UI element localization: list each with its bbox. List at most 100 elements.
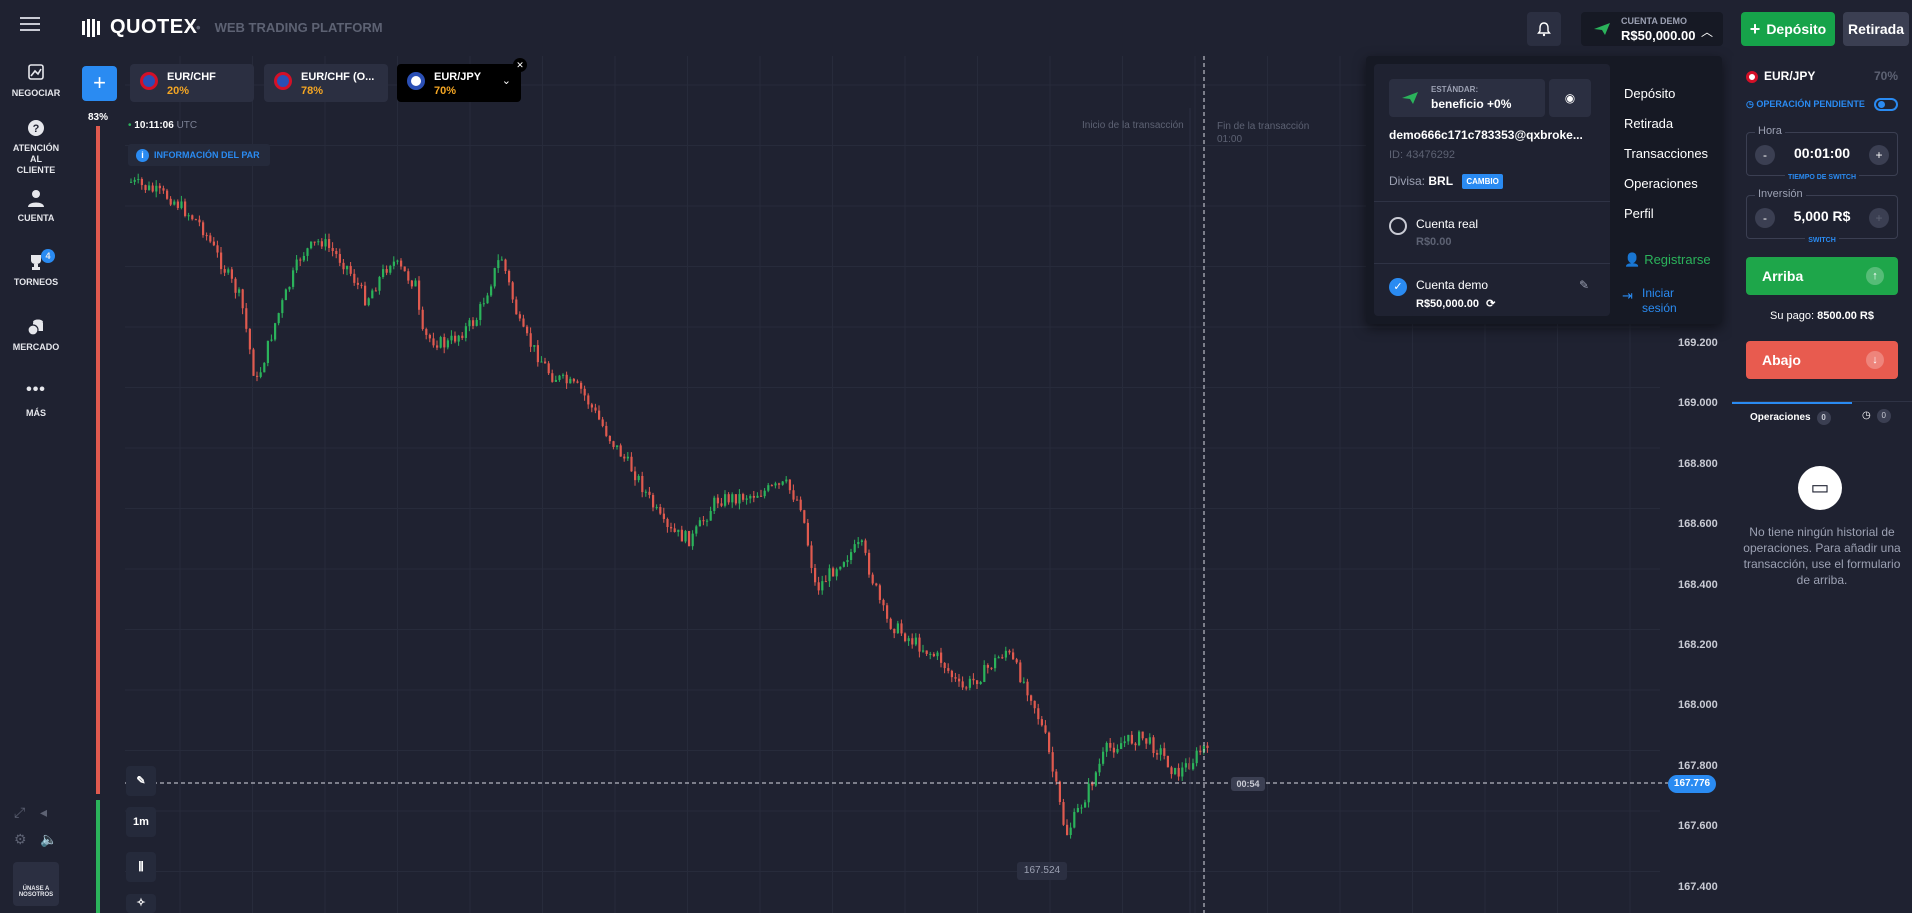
price-label: 169.200 (1678, 337, 1718, 349)
candle (1066, 824, 1069, 836)
pending-text: OPERACIÓN PENDIENTE (1756, 99, 1865, 109)
candle (1109, 742, 1112, 748)
candle (155, 185, 158, 192)
tab-history[interactable]: ◷ 0 (1862, 402, 1891, 430)
refresh-icon[interactable]: ⟳ (1486, 298, 1495, 310)
candle (1037, 708, 1040, 720)
candle (731, 494, 734, 503)
candle (342, 262, 345, 270)
candle (918, 637, 921, 652)
candle (1084, 802, 1087, 808)
menu-profile[interactable]: Perfil (1624, 206, 1654, 221)
candle (572, 378, 575, 382)
transaction-start-label: Inicio de la transacción (1082, 120, 1184, 131)
up-button[interactable]: Arriba ↑ (1746, 257, 1898, 295)
time-plus-button[interactable]: + (1869, 145, 1889, 165)
candle (968, 678, 971, 688)
candle (1145, 738, 1148, 744)
demo-account-radio[interactable]: ✓ (1389, 278, 1407, 296)
candle (497, 260, 500, 269)
edit-icon[interactable]: ✎ (1579, 278, 1589, 292)
tab-eur-chf[interactable]: EUR/CHF 20% (130, 64, 254, 102)
investment-plus-button[interactable]: + (1869, 208, 1889, 228)
account-level-box[interactable]: ESTÁNDAR: beneficio +0% (1389, 79, 1545, 117)
arrow-down-icon: ↓ (1866, 351, 1884, 369)
candle (997, 657, 1000, 659)
candle (266, 340, 269, 363)
candle (940, 652, 943, 663)
real-account-radio[interactable] (1389, 217, 1407, 235)
candle (796, 499, 799, 501)
candle (432, 338, 435, 346)
candle (749, 495, 752, 499)
candle (328, 239, 331, 248)
candle (410, 280, 413, 287)
candle (803, 510, 806, 523)
candle (634, 471, 637, 481)
pencil-icon: ✎ (136, 775, 146, 787)
investment-switch-link[interactable]: SWITCH (1747, 237, 1897, 244)
candle (990, 667, 993, 669)
draw-tool-button[interactable]: ✎ (126, 766, 156, 796)
time-switch-link[interactable]: TIEMPO DE SWITCH (1747, 174, 1897, 181)
real-account-label[interactable]: Cuenta real (1416, 217, 1478, 231)
candle (1156, 753, 1159, 755)
register-link[interactable]: 👤 Registrarse (1624, 252, 1711, 268)
login-link[interactable]: ⇥ Iniciar sesión (1622, 286, 1692, 316)
candle (1177, 767, 1180, 777)
candle (778, 483, 781, 485)
tab-eur-chf-otc[interactable]: EUR/CHF (O... 78% (264, 64, 388, 102)
candle (583, 388, 586, 396)
candle (907, 638, 910, 642)
chart-type-button[interactable]: ⫼ (126, 852, 156, 882)
candle (850, 552, 853, 561)
chevron-down-icon[interactable]: ⌄ (502, 74, 511, 87)
tab-eur-jpy[interactable]: EUR/JPY 70% ⌄ ✕ (397, 58, 527, 102)
menu-deposit[interactable]: Depósito (1624, 86, 1675, 101)
candle (281, 300, 284, 314)
candle (1044, 725, 1047, 733)
candle (965, 687, 968, 689)
candle (324, 239, 327, 247)
close-icon[interactable]: ✕ (513, 58, 527, 72)
time-field[interactable]: Hora - 00:01:00 + TIEMPO DE SWITCH (1746, 125, 1898, 181)
candle (788, 479, 791, 491)
indicators-button[interactable]: ✧ (126, 894, 156, 913)
menu-operations[interactable]: Operaciones (1624, 176, 1698, 191)
payout-info: Su pago: 8500.00 R$ (1732, 310, 1912, 322)
down-button[interactable]: Abajo ↓ (1746, 341, 1898, 379)
investment-field[interactable]: Inversión - 5,000 R$ + SWITCH (1746, 188, 1898, 244)
candle (558, 375, 561, 380)
candle (508, 270, 511, 283)
menu-withdraw[interactable]: Retirada (1624, 116, 1673, 131)
candle (284, 289, 287, 301)
paper-plane-icon (1402, 92, 1418, 104)
change-currency-button[interactable]: CAMBIO (1462, 174, 1503, 190)
pair-info-button[interactable]: i INFORMACIÓN DEL PAR (128, 144, 270, 166)
candle (479, 304, 482, 320)
candle (1094, 772, 1097, 786)
candle (486, 295, 489, 304)
candle (720, 503, 723, 506)
timeframe-button[interactable]: 1m (126, 807, 156, 837)
tab-operations[interactable]: Operaciones 0 (1732, 402, 1852, 432)
pending-trade-toggle[interactable] (1874, 98, 1898, 111)
candle (187, 215, 190, 217)
candle (835, 569, 838, 577)
tab-payout: 78% (301, 85, 324, 97)
add-asset-button[interactable]: + (82, 66, 117, 101)
candle (320, 241, 323, 247)
candle (587, 395, 590, 405)
candle (1152, 737, 1155, 754)
demo-account-label[interactable]: Cuenta demo (1416, 278, 1488, 292)
expiry-timer: 00:54 (1231, 777, 1265, 791)
candle (947, 668, 950, 671)
hide-balance-button[interactable]: ◉ (1549, 79, 1591, 117)
candle (864, 540, 867, 553)
candle (500, 259, 503, 261)
candle (601, 419, 604, 426)
selected-asset[interactable]: EUR/JPY (1746, 69, 1815, 83)
menu-transactions[interactable]: Transacciones (1624, 146, 1708, 161)
candle (533, 345, 536, 347)
candle (169, 198, 172, 205)
